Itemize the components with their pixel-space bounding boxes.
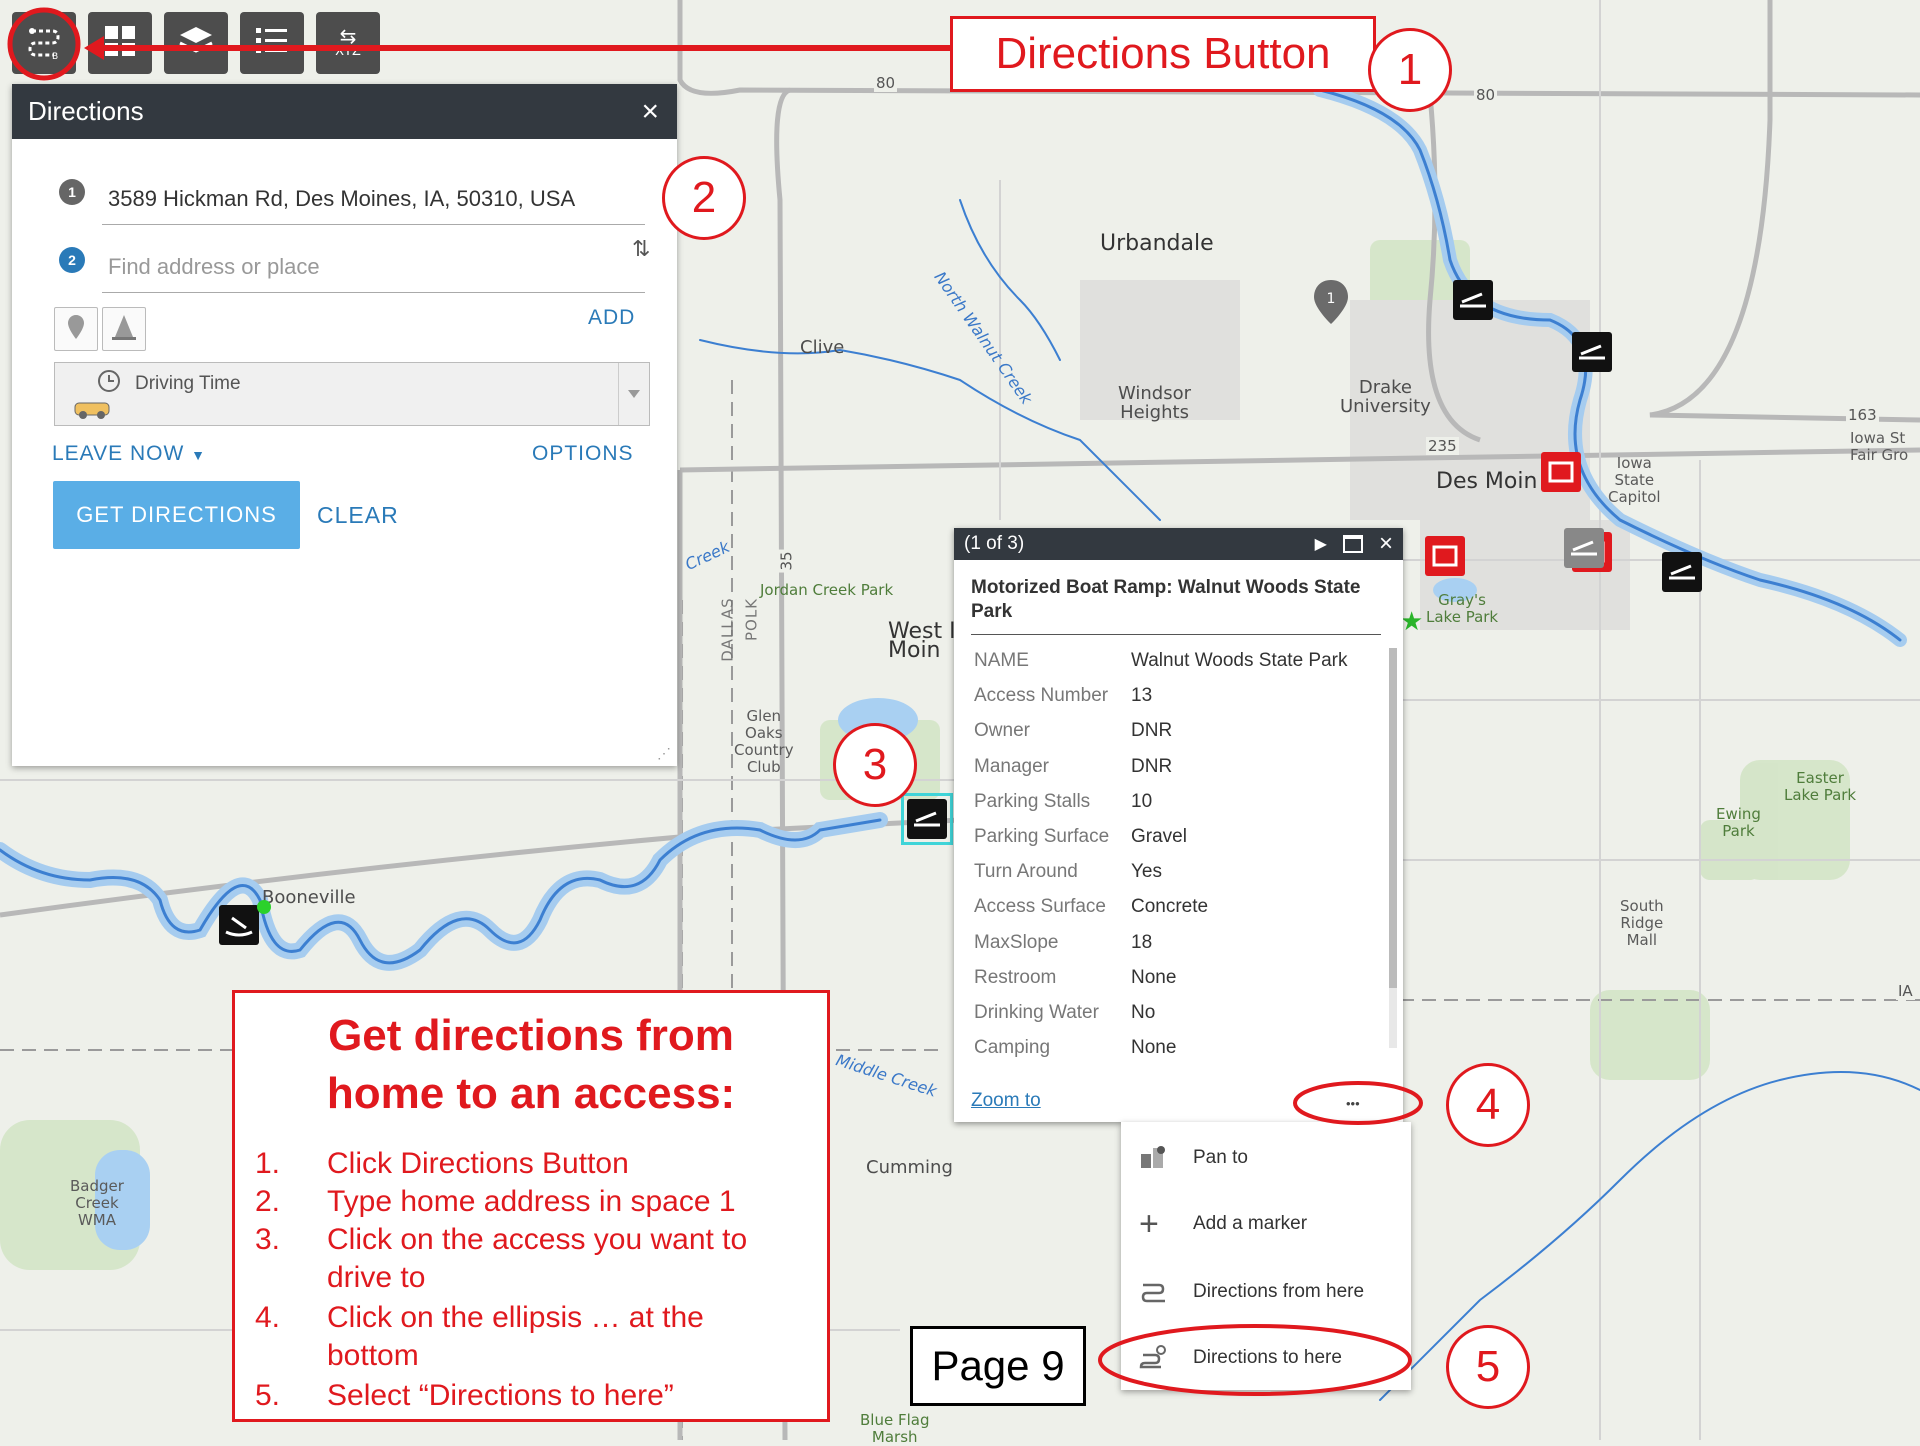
callout-5: 5 bbox=[1446, 1325, 1530, 1409]
callout-4: 4 bbox=[1446, 1063, 1530, 1147]
instruction-step: 2. Type home address in space 1 bbox=[255, 1185, 736, 1218]
instruction-step: 5. Select “Directions to here” bbox=[255, 1379, 674, 1412]
directions-button-annotation: Directions Button bbox=[950, 16, 1376, 92]
callout-1: 1 bbox=[1368, 28, 1452, 112]
instruction-step: 1. Click Directions Button bbox=[255, 1147, 629, 1180]
callout-3: 3 bbox=[833, 723, 917, 807]
instructions-title: Get directions from home to an access: bbox=[326, 1011, 736, 1118]
instruction-step: 4. Click on the ellipsis … at the bottom bbox=[255, 1301, 704, 1372]
instruction-step: 3. Click on the access you want to drive … bbox=[255, 1223, 748, 1294]
page-number-label: Page 9 bbox=[910, 1326, 1086, 1406]
callout-2: 2 bbox=[662, 156, 746, 240]
instructions-box: Get directions from home to an access: 1… bbox=[232, 990, 830, 1422]
